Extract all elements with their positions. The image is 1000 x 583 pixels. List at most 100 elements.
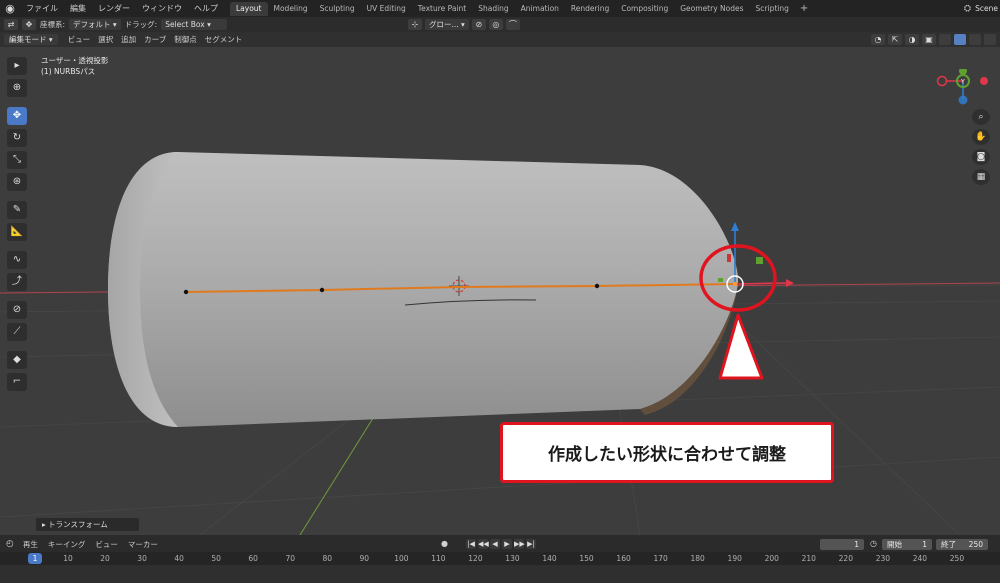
scale-tool-icon[interactable]: ⤡ [7,151,27,169]
start-frame-field[interactable]: 開始 1 [882,539,932,550]
orientation-dropdown[interactable]: デフォルト ▾ [69,19,121,30]
transform-panel[interactable]: ▸ トランスフォーム [36,518,139,531]
editor-type-icon[interactable]: ⇄ [4,19,18,30]
select-tool-icon[interactable]: ▸ [7,57,27,75]
transform-orientation-icon[interactable]: ⊹ [408,19,422,30]
workspace-tab[interactable]: Layout [230,1,268,16]
ruler-tick-label: 160 [616,554,631,563]
ruler-tick-label: 200 [764,554,779,563]
view-menu-item[interactable]: 選択 [94,34,117,45]
gizmo-toggle-icon[interactable]: ⇱ [888,34,902,45]
zoom-icon[interactable]: ⌕ [972,109,990,125]
end-frame-field[interactable]: 終了 250 [936,539,988,550]
workspace-tab[interactable]: Geometry Nodes [674,2,749,16]
timeline-menu-item[interactable]: マーカー [123,539,163,550]
timeline-menu-item[interactable]: キーイング [43,539,91,550]
view-menu-item[interactable]: ビュー [64,34,95,45]
visibility-icon[interactable]: ◔ [871,34,885,45]
top-menu-item[interactable]: ファイル [20,3,64,14]
workspace-tab[interactable]: Modeling [268,2,314,16]
next-key-icon[interactable]: ▶▶ [514,539,525,549]
top-menu-item[interactable]: レンダー [92,3,136,14]
grid-view-icon[interactable]: ▦ [972,169,990,185]
view-menu-item[interactable]: 追加 [117,34,140,45]
randomize-tool-icon[interactable]: ◆ [7,351,27,369]
workspace-tab[interactable]: Sculpting [314,2,361,16]
play-icon[interactable]: ▶ [502,539,512,549]
ruler-tick-label: 130 [505,554,520,563]
jump-end-icon[interactable]: ▶| [526,539,536,549]
snap-icon[interactable]: ⊘ [471,19,486,30]
workspace-tab[interactable]: Texture Paint [412,2,472,16]
radius-tool-icon[interactable]: ⊘ [7,301,27,319]
control-point [594,283,600,289]
rendered-shading-icon[interactable] [984,34,996,45]
workspace-tab[interactable]: UV Editing [361,2,412,16]
jump-start-icon[interactable]: |◀ [466,539,476,549]
callout-text: 作成したい形状に合わせて調整 [548,445,786,465]
3d-viewport[interactable]: ▸ ⊕ ✥ ↻ ⤡ ⊛ ✎ 📐 ∿ ⤴ ⊘ ⟋ ◆ ⌐ ユーザー・透視投影 (1… [0,47,1000,535]
timeline-menu-item[interactable]: ビュー [90,539,123,550]
pivot-dropdown[interactable]: グロー... ▾ [425,19,469,30]
falloff-icon[interactable]: ⌒ [505,19,520,30]
current-frame-field[interactable]: 1 [820,539,864,550]
transform-tool-icon[interactable]: ⊛ [7,173,27,191]
workspace-tab[interactable]: Rendering [565,2,615,16]
scene-label[interactable]: Scene [975,4,998,13]
view-menu-item[interactable]: 制御点 [170,34,201,45]
drag-dropdown[interactable]: Select Box ▾ [161,19,228,30]
ruler-tick-label: 40 [174,554,184,563]
workspace-tab[interactable]: Animation [515,2,565,16]
blender-logo-icon[interactable]: ◉ [0,2,20,15]
ruler-tick-label: 110 [431,554,446,563]
rotate-tool-icon[interactable]: ↻ [7,129,27,147]
wireframe-shading-icon[interactable] [939,34,951,45]
workspace-tab[interactable]: Compositing [615,2,674,16]
pan-hand-icon[interactable]: ✋ [972,129,990,145]
mode-dropdown[interactable]: 編集モード ▾ [4,34,58,45]
play-reverse-icon[interactable]: ◀ [490,539,500,549]
workspace-tab[interactable]: Scripting [750,2,795,16]
timeline: ◴ 再生 キーイング ビュー マーカー ● |◀ ◀◀ ◀ ▶ ▶▶ ▶| 1 ◷ 開… [0,535,1000,583]
timeline-track[interactable] [0,565,1000,583]
view-menu-item[interactable]: カーブ [140,34,170,45]
viewport-header: 編集モード ▾ ビュー 選択 追加 カーブ 制御点 セグメント ◔ ⇱ ◑ ▣ [0,32,1000,47]
top-menu-item[interactable]: ヘルプ [188,3,224,14]
ruler-tick-label: 180 [690,554,705,563]
clock-icon[interactable]: ◷ [870,539,877,548]
tilt-tool-icon[interactable]: ⟋ [7,323,27,341]
transform-tool-icon[interactable]: ✥ [22,19,36,30]
proportional-edit-icon[interactable]: ◎ [488,19,503,30]
measure-tool-icon[interactable]: 📐 [7,223,27,241]
draw-curve-tool-icon[interactable]: ∿ [7,251,27,269]
ruler-tick-label: 60 [248,554,258,563]
ruler-tick-label: 80 [322,554,333,563]
move-tool-icon[interactable]: ✥ [7,107,27,125]
scene-icon[interactable]: ⛭ [964,4,971,14]
top-menu-item[interactable]: 編集 [64,3,92,14]
add-workspace-button[interactable]: + [795,3,813,14]
camera-icon[interactable]: ◙ [972,149,990,165]
ruler-tick-label: 250 [949,554,965,563]
top-menu-item[interactable]: ウィンドウ [136,3,188,14]
keyframe-dot-icon[interactable]: ● [441,539,448,548]
cursor-tool-icon[interactable]: ⊕ [7,79,27,97]
material-shading-icon[interactable] [969,34,981,45]
timeline-menu-item[interactable]: 再生 [18,539,43,550]
playhead[interactable]: 1 [28,553,42,564]
ruler-tick-label: 190 [727,554,742,563]
ruler-tick-label: 10 [63,554,73,563]
annotate-tool-icon[interactable]: ✎ [7,201,27,219]
ruler-tick-label: 50 [211,554,221,563]
overlay-icon[interactable]: ◑ [905,34,919,45]
xray-icon[interactable]: ▣ [922,34,936,45]
workspace-tab[interactable]: Shading [472,2,514,16]
frame-ruler[interactable]: 1 10 20 30 40 50 60 70 80 90 100 110 120 130 140 150 16… [0,552,1000,565]
view-menu-item[interactable]: セグメント [201,34,247,45]
timeline-editor-icon[interactable]: ◴ [0,539,18,549]
extrude-tool-icon[interactable]: ⤴ [7,273,27,291]
prev-key-icon[interactable]: ◀◀ [478,539,489,549]
shear-tool-icon[interactable]: ⌐ [7,373,27,391]
solid-shading-icon[interactable] [954,34,966,45]
ruler-tick-label: 100 [394,554,409,563]
